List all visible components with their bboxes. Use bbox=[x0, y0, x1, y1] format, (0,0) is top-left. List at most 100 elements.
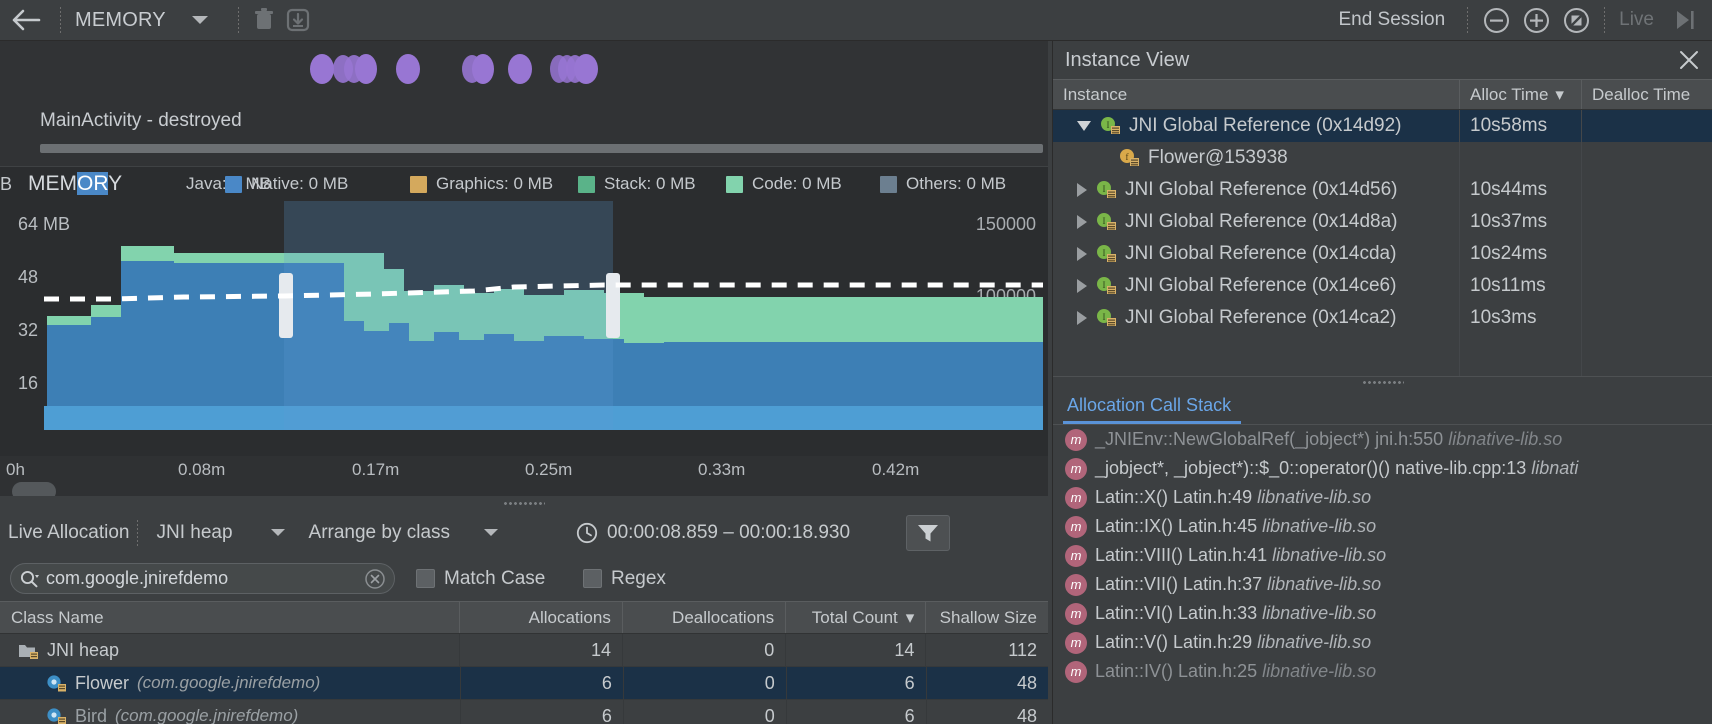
regex-box[interactable] bbox=[583, 569, 602, 588]
expander-expand-icon[interactable] bbox=[1077, 247, 1087, 261]
table-row[interactable]: JNI heap 14 0 14 112 bbox=[0, 634, 1048, 667]
call-stack-frame[interactable]: m Latin::V() Latin.h:29 libnative-lib.so bbox=[1053, 628, 1712, 657]
method-icon: m bbox=[1065, 516, 1087, 538]
export-icon[interactable] bbox=[281, 3, 315, 37]
instance-row[interactable]: I JNI Global Reference (0x14d92) 10s58ms bbox=[1053, 110, 1712, 142]
table-row[interactable]: Bird (com.google.jnirefdemo) 6 0 6 48 bbox=[0, 700, 1048, 724]
method-icon: m bbox=[1065, 603, 1087, 625]
event-timeline-strip[interactable] bbox=[0, 41, 1048, 106]
instance-row[interactable]: I JNI Global Reference (0x14d56) 10s44ms bbox=[1053, 174, 1712, 206]
column-class-name[interactable]: Class Name bbox=[0, 602, 460, 633]
horizontal-splitter[interactable] bbox=[0, 496, 1048, 509]
call-stack-frame[interactable]: m Latin::IX() Latin.h:45 libnative-lib.s… bbox=[1053, 512, 1712, 541]
end-session-button[interactable]: End Session bbox=[1338, 9, 1445, 31]
search-input[interactable]: com.google.jnirefdemo bbox=[10, 563, 395, 594]
call-stack-frame[interactable]: m _jobject*, _jobject*)::$_0::operator()… bbox=[1053, 454, 1712, 483]
tab-allocation-call-stack[interactable]: Allocation Call Stack bbox=[1067, 395, 1231, 416]
column-shallow-size[interactable]: Shallow Size bbox=[926, 602, 1048, 633]
instance-row[interactable]: I JNI Global Reference (0x14ce6) 10s11ms bbox=[1053, 270, 1712, 302]
memory-label-highlight: OR bbox=[77, 172, 108, 195]
cell-shallow-size: 48 bbox=[927, 700, 1048, 724]
trash-icon[interactable] bbox=[247, 3, 281, 37]
close-icon[interactable] bbox=[1678, 49, 1700, 71]
zoom-out-icon[interactable] bbox=[1476, 0, 1516, 41]
match-case-checkbox[interactable]: Match Case bbox=[416, 568, 545, 590]
heap-select[interactable]: JNI heap bbox=[156, 522, 232, 544]
event-dot bbox=[574, 54, 598, 84]
instance-icon: f bbox=[1119, 148, 1140, 169]
legend-swatch-native bbox=[225, 176, 242, 193]
instance-row[interactable]: I JNI Global Reference (0x14cda) 10s24ms bbox=[1053, 238, 1712, 270]
call-stack-frame-text: Latin::VIII() Latin.h:41 libnative-lib.s… bbox=[1095, 545, 1386, 566]
call-stack-frame[interactable]: m _JNIEnv::NewGlobalRef(_jobject*) jni.h… bbox=[1053, 425, 1712, 454]
cell-alloc-time: 10s3ms bbox=[1460, 302, 1582, 334]
cell-class-name-text: JNI heap bbox=[47, 640, 119, 661]
instance-row[interactable]: f Flower@153938 bbox=[1053, 142, 1712, 174]
activity-timeline[interactable]: MainActivity - destroyed bbox=[0, 106, 1048, 166]
column-deallocations[interactable]: Deallocations bbox=[623, 602, 786, 633]
memory-section-label: MEMORY bbox=[28, 172, 122, 196]
call-stack-frame[interactable]: m Latin::IV() Latin.h:25 libnative-lib.s… bbox=[1053, 657, 1712, 686]
cell-dealloc-time bbox=[1582, 142, 1710, 174]
instance-row[interactable]: I JNI Global Reference (0x14d8a) 10s37ms bbox=[1053, 206, 1712, 238]
la-divider bbox=[137, 520, 138, 546]
expander-expand-icon[interactable] bbox=[1077, 311, 1087, 325]
call-stack-frame[interactable]: m Latin::X() Latin.h:49 libnative-lib.so bbox=[1053, 483, 1712, 512]
filter-icon[interactable] bbox=[906, 515, 950, 551]
column-dealloc-time[interactable]: Dealloc Time bbox=[1582, 80, 1712, 109]
heap-select-chevron-icon[interactable] bbox=[271, 529, 285, 536]
call-stack-frame-text: Latin::X() Latin.h:49 libnative-lib.so bbox=[1095, 487, 1371, 508]
expander-expand-icon[interactable] bbox=[1077, 279, 1087, 293]
live-allocation-label: Live Allocation bbox=[0, 522, 129, 544]
x-axis-tick: 0.42m bbox=[872, 460, 919, 480]
back-arrow-icon[interactable] bbox=[0, 0, 52, 41]
svg-text:I: I bbox=[1103, 312, 1106, 322]
legend-swatch-others bbox=[880, 176, 897, 193]
event-dots-group bbox=[0, 45, 1048, 89]
call-stack-frame[interactable]: m Latin::VIII() Latin.h:41 libnative-lib… bbox=[1053, 541, 1712, 570]
instance-callstack-splitter[interactable] bbox=[1053, 376, 1712, 387]
cell-alloc-time: 10s24ms bbox=[1460, 238, 1582, 270]
instance-row[interactable]: I JNI Global Reference (0x14ca2) 10s3ms bbox=[1053, 302, 1712, 334]
cell-dealloc-time bbox=[1582, 270, 1710, 302]
zoom-in-icon[interactable] bbox=[1516, 0, 1556, 41]
match-case-box[interactable] bbox=[416, 569, 435, 588]
cell-alloc-time: 10s11ms bbox=[1460, 270, 1582, 302]
activity-lifecycle-bar bbox=[40, 144, 1043, 153]
cell-instance-name: JNI Global Reference (0x14ce6) bbox=[1125, 275, 1396, 297]
instance-table-empty-area bbox=[1053, 334, 1712, 376]
memory-profiler-left: MainActivity - destroyed B MEMORY Java: … bbox=[0, 41, 1048, 724]
column-instance[interactable]: Instance bbox=[1053, 80, 1460, 109]
cell-instance: I JNI Global Reference (0x14d8a) bbox=[1053, 206, 1460, 238]
memory-chart[interactable]: 64 MB 48 32 16 150000 100000 50000 bbox=[0, 201, 1048, 456]
column-alloc-time[interactable]: Alloc Time ▾ bbox=[1460, 80, 1582, 109]
live-label: Live bbox=[1619, 9, 1654, 31]
jump-to-live-icon[interactable] bbox=[1666, 0, 1704, 41]
method-icon: m bbox=[1065, 487, 1087, 509]
legend-item-others: Others: 0 MB bbox=[880, 174, 1006, 194]
cell-dealloc-time bbox=[1582, 302, 1710, 334]
y-axis-tick: 32 bbox=[18, 320, 38, 341]
method-icon: m bbox=[1065, 429, 1087, 451]
reset-zoom-icon[interactable] bbox=[1556, 0, 1596, 41]
class-table-header: Class Name Allocations Deallocations Tot… bbox=[0, 601, 1048, 634]
call-stack-frame-text: _jobject*, _jobject*)::$_0::operator()()… bbox=[1095, 458, 1578, 479]
expander-expand-icon[interactable] bbox=[1077, 183, 1087, 197]
activity-label: MainActivity - destroyed bbox=[40, 110, 242, 132]
arrange-select[interactable]: Arrange by class bbox=[309, 522, 451, 544]
call-stack-frame[interactable]: m Latin::VII() Latin.h:37 libnative-lib.… bbox=[1053, 570, 1712, 599]
expander-expand-icon[interactable] bbox=[1077, 215, 1087, 229]
search-row: com.google.jnirefdemo Match Case Regex bbox=[0, 556, 1048, 601]
top-toolbar: MEMORY End Session Live bbox=[0, 0, 1712, 41]
chevron-down-icon[interactable] bbox=[192, 16, 208, 24]
call-stack-frame[interactable]: m Latin::VI() Latin.h:33 libnative-lib.s… bbox=[1053, 599, 1712, 628]
table-row[interactable]: Flower (com.google.jnirefdemo) 6 0 6 48 bbox=[0, 667, 1048, 700]
column-allocations[interactable]: Allocations bbox=[460, 602, 623, 633]
clear-icon[interactable] bbox=[365, 569, 385, 589]
arrange-select-chevron-icon[interactable] bbox=[484, 529, 498, 536]
svg-text:I: I bbox=[1103, 184, 1106, 194]
cell-class-package: (com.google.jnirefdemo) bbox=[137, 673, 320, 693]
expander-collapse-icon[interactable] bbox=[1077, 121, 1091, 131]
regex-checkbox[interactable]: Regex bbox=[583, 568, 666, 590]
column-total-count[interactable]: Total Count ▾ bbox=[786, 602, 926, 633]
